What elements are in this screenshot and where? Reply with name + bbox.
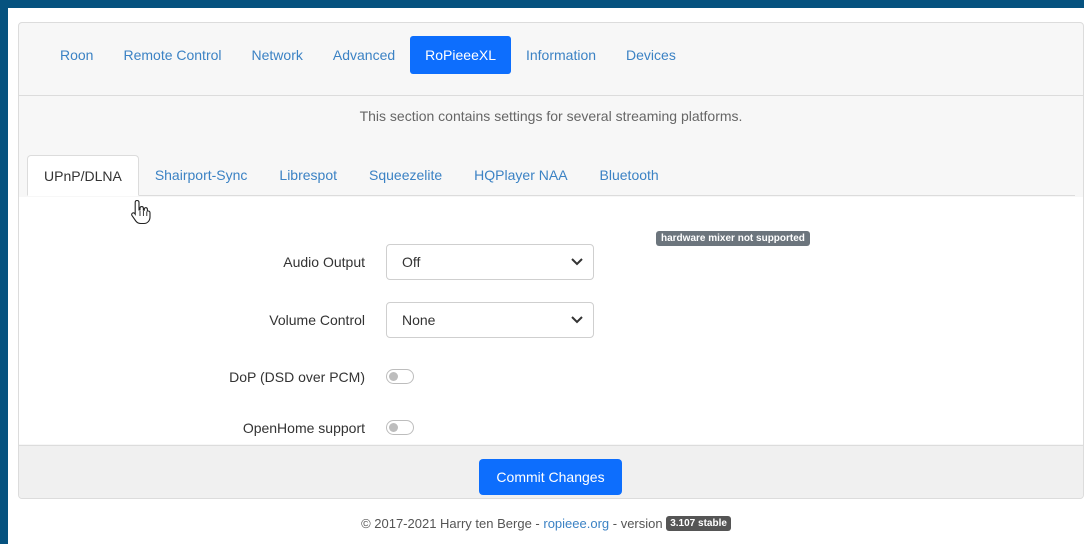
tab-ropieeexl[interactable]: RoPieeeXL [410,36,511,74]
commit-changes-button[interactable]: Commit Changes [479,459,622,495]
audio-output-label: Audio Output [283,254,365,270]
subtab-hqplayer-naa[interactable]: HQPlayer NAA [458,155,583,195]
audio-output-value: Off [402,254,421,270]
chevron-down-icon [571,316,583,324]
dop-toggle[interactable] [386,369,414,384]
tab-network[interactable]: Network [237,36,318,74]
volume-control-select[interactable]: None [386,302,594,338]
dop-label: DoP (DSD over PCM) [229,369,365,385]
tab-roon[interactable]: Roon [45,36,108,74]
openhome-toggle[interactable] [386,420,414,435]
card-header: Roon Remote Control Network Advanced RoP… [19,23,1083,96]
ropieee-link[interactable]: ropieee.org [543,516,609,531]
sub-tabs: UPnP/DLNA Shairport-Sync Librespot Squee… [27,155,1075,196]
toggle-knob [389,423,398,432]
openhome-label: OpenHome support [242,420,365,436]
tab-advanced[interactable]: Advanced [318,36,410,74]
version-badge: 3.107 stable [666,516,731,532]
subtab-upnp-dlna[interactable]: UPnP/DLNA [27,155,139,196]
volume-control-label: Volume Control [269,312,365,328]
dop-row: DoP (DSD over PCM) [19,359,1083,395]
tab-devices[interactable]: Devices [611,36,691,74]
subtab-squeezelite[interactable]: Squeezelite [353,155,458,195]
chevron-down-icon [571,258,583,266]
subtab-librespot[interactable]: Librespot [263,155,353,195]
tab-remote-control[interactable]: Remote Control [108,36,236,74]
form-area: hardware mixer not supported Audio Outpu… [19,197,1083,444]
volume-control-value: None [402,312,436,328]
tab-information[interactable]: Information [511,36,611,74]
section-description: This section contains settings for sever… [359,108,743,124]
audio-output-select[interactable]: Off [386,244,594,280]
subtab-bluetooth[interactable]: Bluetooth [584,155,675,195]
audio-output-row: Audio Output Off [19,244,1083,280]
hand-cursor-icon [131,199,151,225]
copyright-text: © 2017-2021 Harry ten Berge - [361,516,544,531]
page-footer: © 2017-2021 Harry ten Berge - ropieee.or… [8,516,1084,532]
volume-control-row: Volume Control None [19,302,1083,338]
app-frame: Roon Remote Control Network Advanced RoP… [8,8,1084,544]
card-footer: Commit Changes [19,445,1083,498]
openhome-row: OpenHome support [19,410,1083,446]
main-tabs: Roon Remote Control Network Advanced RoP… [45,36,691,74]
version-prefix: - version [609,516,667,531]
subtab-shairport-sync[interactable]: Shairport-Sync [139,155,264,195]
toggle-knob [389,372,398,381]
settings-card: Roon Remote Control Network Advanced RoP… [18,22,1084,499]
